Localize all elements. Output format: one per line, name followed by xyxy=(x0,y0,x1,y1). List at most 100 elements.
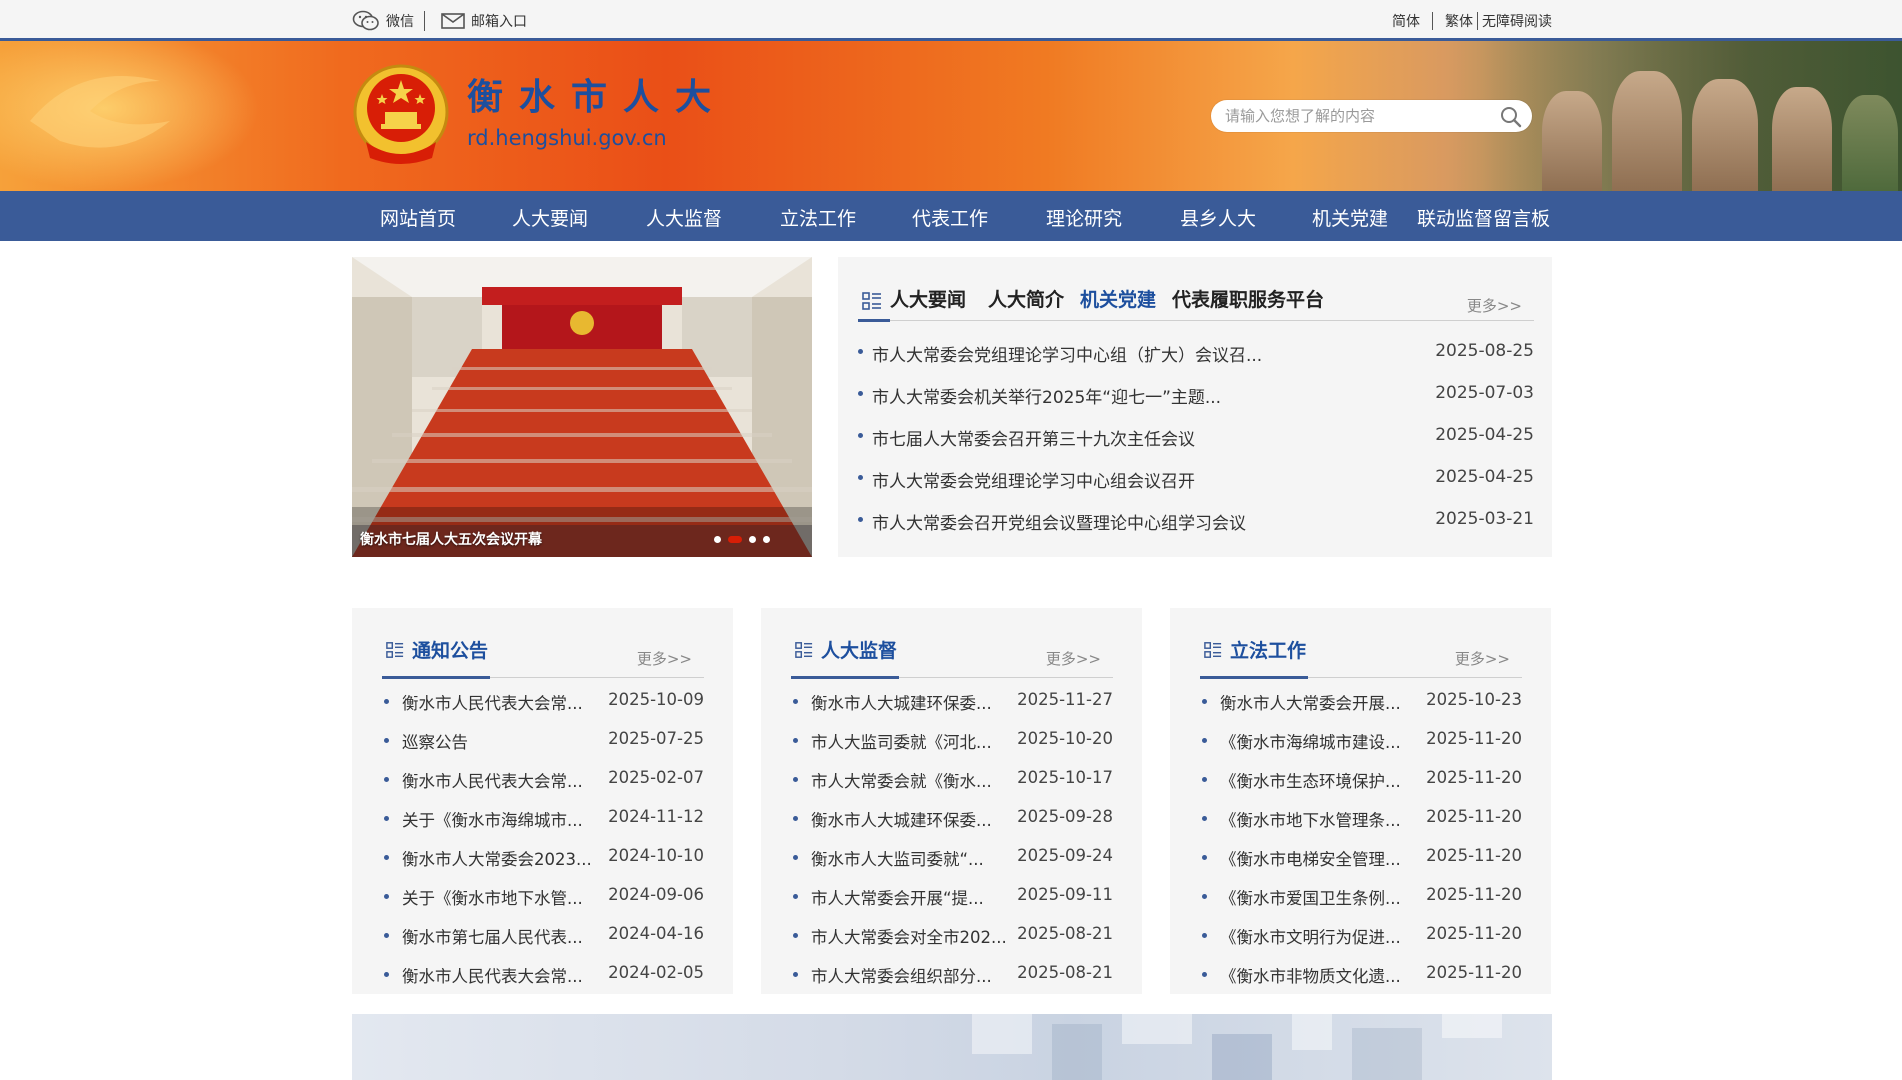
news-list: 市人大常委会党组理论学习中心组（扩大）会议召... 2025-08-25 市人大常… xyxy=(858,341,1534,551)
divider xyxy=(424,11,425,31)
item-date: 2025-08-21 xyxy=(1017,963,1113,982)
list-item[interactable]: 市人大常委会党组理论学习中心组会议召开 2025-04-25 xyxy=(858,467,1534,509)
more-link[interactable]: 更多>> xyxy=(1467,295,1522,316)
item-title: 《衡水市海绵城市建设... xyxy=(1220,733,1401,752)
item-title: 衡水市人民代表大会常... xyxy=(402,694,583,713)
item-title: 衡水市人大城建环保委... xyxy=(811,811,992,830)
list-item[interactable]: 关于《衡水市地下水管... 2024-09-06 xyxy=(382,885,704,924)
search-input[interactable] xyxy=(1225,104,1485,128)
nav-item-theory[interactable]: 理论研究 xyxy=(1046,204,1122,231)
list-item[interactable]: 市七届人大常委会召开第三十九次主任会议 2025-04-25 xyxy=(858,425,1534,467)
item-title: 《衡水市生态环境保护... xyxy=(1220,772,1401,791)
item-date: 2025-02-07 xyxy=(608,768,704,787)
column-title[interactable]: 通知公告 xyxy=(412,636,488,663)
more-link[interactable]: 更多>> xyxy=(1046,648,1101,669)
item-date: 2025-11-20 xyxy=(1426,885,1522,904)
bullet xyxy=(793,816,798,821)
tab-rd-news[interactable]: 人大要闻 xyxy=(890,285,966,312)
list-item[interactable]: 《衡水市爱国卫生条例... 2025-11-20 xyxy=(1200,885,1522,924)
tab-deputy-service[interactable]: 代表履职服务平台 xyxy=(1172,285,1324,312)
item-title: 《衡水市地下水管理条... xyxy=(1220,811,1401,830)
more-link[interactable]: 更多>> xyxy=(637,648,692,669)
carousel-indicators xyxy=(714,536,770,543)
list-item[interactable]: 衡水市人大城建环保委... 2025-11-27 xyxy=(791,690,1113,729)
list-item[interactable]: 衡水市人民代表大会常... 2025-10-09 xyxy=(382,690,704,729)
simplified-chinese-link[interactable]: 简体 xyxy=(1392,11,1420,31)
bottom-banner[interactable] xyxy=(352,1014,1552,1080)
list-item[interactable]: 市人大常委会党组理论学习中心组（扩大）会议召... 2025-08-25 xyxy=(858,341,1534,383)
item-title: 市人大常委会组织部分... xyxy=(811,967,992,986)
site-title: 衡水市人大 xyxy=(467,76,728,118)
bullet xyxy=(793,855,798,860)
list-item[interactable]: 衡水市人民代表大会常... 2025-02-07 xyxy=(382,768,704,807)
item-title: 关于《衡水市地下水管... xyxy=(402,889,583,908)
list-item[interactable]: 市人大监司委就《河北... 2025-10-20 xyxy=(791,729,1113,768)
nav-item-supervision[interactable]: 人大监督 xyxy=(646,204,722,231)
list-item[interactable]: 市人大常委会机关举行2025年“迎七一”主题... 2025-07-03 xyxy=(858,383,1534,425)
news-title: 市人大常委会党组理论学习中心组会议召开 xyxy=(872,472,1195,492)
item-title: 衡水市人民代表大会常... xyxy=(402,772,583,791)
nav-item-news[interactable]: 人大要闻 xyxy=(512,204,588,231)
list-item[interactable]: 市人大常委会组织部分... 2025-08-21 xyxy=(791,963,1113,1002)
tab-rd-intro[interactable]: 人大简介 xyxy=(988,285,1064,312)
carousel-caption[interactable]: 衡水市七届人大五次会议开幕 xyxy=(360,529,542,549)
item-date: 2025-07-25 xyxy=(608,729,704,748)
list-item[interactable]: 衡水市人民代表大会常... 2024-02-05 xyxy=(382,963,704,1002)
list-item[interactable]: 衡水市人大监司委就“... 2025-09-24 xyxy=(791,846,1113,885)
list-item[interactable]: 市人大常委会开展“提... 2025-09-11 xyxy=(791,885,1113,924)
list-item[interactable]: 《衡水市海绵城市建设... 2025-11-20 xyxy=(1200,729,1522,768)
list-item[interactable]: 关于《衡水市海绵城市... 2024-11-12 xyxy=(382,807,704,846)
list-item[interactable]: 《衡水市文明行为促进... 2025-11-20 xyxy=(1200,924,1522,963)
carousel-image[interactable] xyxy=(352,257,812,557)
carousel-dot[interactable] xyxy=(714,536,721,543)
mailbox-label: 邮箱入口 xyxy=(471,14,527,30)
nav-item-home[interactable]: 网站首页 xyxy=(380,204,456,231)
list-item[interactable]: 《衡水市电梯安全管理... 2025-11-20 xyxy=(1200,846,1522,885)
list-item[interactable]: 《衡水市生态环境保护... 2025-11-20 xyxy=(1200,768,1522,807)
bullet xyxy=(384,855,389,860)
list-item[interactable]: 衡水市人大常委会2023... 2024-10-10 xyxy=(382,846,704,885)
list-item[interactable]: 市人大常委会就《衡水... 2025-10-17 xyxy=(791,768,1113,807)
tab-party-building[interactable]: 机关党建 xyxy=(1080,285,1156,312)
bullet xyxy=(1202,699,1207,704)
nav-item-party[interactable]: 机关党建 xyxy=(1312,204,1388,231)
nav-item-message-board[interactable]: 联动监督留言板 xyxy=(1417,204,1550,231)
carousel-dot[interactable] xyxy=(763,536,770,543)
bullet xyxy=(384,699,389,704)
column-title[interactable]: 立法工作 xyxy=(1230,636,1306,663)
accessible-reading-link[interactable]: 无障碍阅读 xyxy=(1482,11,1552,31)
news-date: 2025-03-21 xyxy=(1435,509,1534,529)
list-item[interactable]: 衡水市人大常委会开展... 2025-10-23 xyxy=(1200,690,1522,729)
news-tab-panel: 人大要闻 人大简介 机关党建 代表履职服务平台 更多>> 市人大常委会党组理论学… xyxy=(838,257,1552,557)
column-title[interactable]: 人大监督 xyxy=(821,636,897,663)
item-date: 2025-09-28 xyxy=(1017,807,1113,826)
list-item[interactable]: 《衡水市非物质文化遗... 2025-11-20 xyxy=(1200,963,1522,1002)
list-item[interactable]: 《衡水市地下水管理条... 2025-11-20 xyxy=(1200,807,1522,846)
list-item[interactable]: 巡察公告 2025-07-25 xyxy=(382,729,704,768)
mailbox-link[interactable]: 邮箱入口 xyxy=(441,11,527,31)
carousel-dot[interactable] xyxy=(749,536,756,543)
nav-item-legislation[interactable]: 立法工作 xyxy=(780,204,856,231)
more-link[interactable]: 更多>> xyxy=(1455,648,1510,669)
column-title-underline xyxy=(382,676,490,679)
bullet xyxy=(384,816,389,821)
search-icon[interactable] xyxy=(1500,106,1522,128)
bullet xyxy=(384,894,389,899)
traditional-chinese-link[interactable]: 繁体 xyxy=(1445,11,1473,31)
bullet xyxy=(793,699,798,704)
divider xyxy=(1477,12,1478,30)
wechat-link[interactable]: 微信 xyxy=(352,10,414,32)
nav-item-deputies[interactable]: 代表工作 xyxy=(912,204,988,231)
list-item[interactable]: 市人大常委会召开党组会议暨理论中心组学习会议 2025-03-21 xyxy=(858,509,1534,551)
item-title: 《衡水市非物质文化遗... xyxy=(1220,967,1401,986)
list-item[interactable]: 市人大常委会对全市202... 2025-08-21 xyxy=(791,924,1113,963)
item-date: 2025-09-11 xyxy=(1017,885,1113,904)
bullet xyxy=(793,972,798,977)
assembly-hall-photo xyxy=(352,257,812,557)
carousel-dot-active[interactable] xyxy=(728,536,742,543)
list-item[interactable]: 衡水市人大城建环保委... 2025-09-28 xyxy=(791,807,1113,846)
nav-item-county[interactable]: 县乡人大 xyxy=(1180,204,1256,231)
column-title-underline xyxy=(1200,676,1308,679)
list-item[interactable]: 衡水市第七届人民代表... 2024-04-16 xyxy=(382,924,704,963)
bullet xyxy=(1202,933,1207,938)
